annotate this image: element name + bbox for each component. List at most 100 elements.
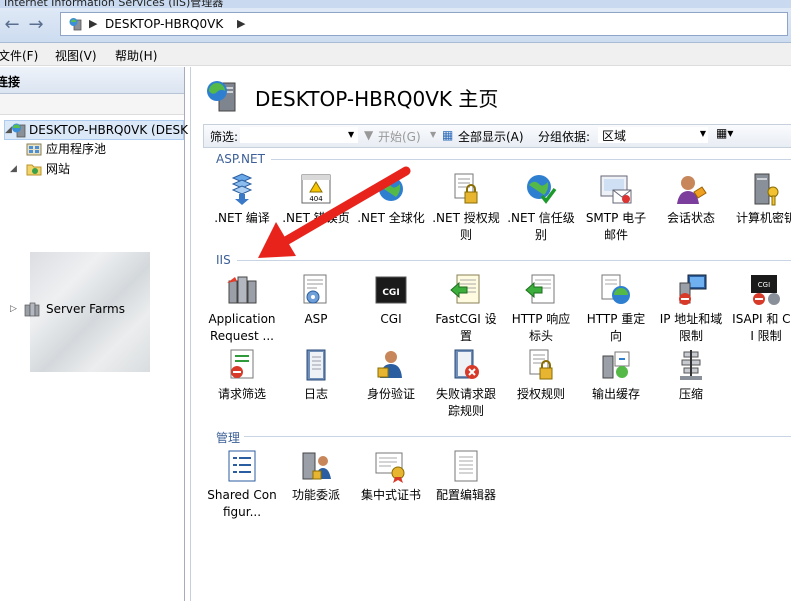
feature-authorization[interactable]: 授权规则 xyxy=(506,348,576,403)
svg-text:CGI: CGI xyxy=(382,288,399,298)
group-by-select[interactable]: 区域 ▼ xyxy=(598,127,708,143)
go-button[interactable]: 开始(G) xyxy=(378,128,421,145)
feature-smtp-email[interactable]: SMTP 电子邮件 xyxy=(581,172,651,244)
navigation-bar: ← → ▶ DESKTOP-HBRQ0VK ▶ xyxy=(0,8,791,43)
group-header-aspnet[interactable]: ASP.NET xyxy=(216,152,265,166)
menu-file[interactable]: 文件(F) xyxy=(0,47,38,64)
feature-label: 压缩 xyxy=(678,387,703,401)
feature-ip-restrictions[interactable]: IP 地址和域限制 xyxy=(656,273,726,345)
feature-label: 计算机密钥 xyxy=(735,211,791,225)
collapse-icon[interactable]: ◢ xyxy=(10,160,20,178)
feature-label: 授权规则 xyxy=(516,387,565,401)
feature-label: .NET 全球化 xyxy=(357,211,425,225)
breadcrumb-chevron-icon[interactable]: ▶ xyxy=(237,17,245,30)
filter-funnel-icon[interactable]: ▼ xyxy=(364,128,373,142)
isapi-cgi-icon: CGI xyxy=(751,275,780,305)
expand-icon[interactable]: ▷ xyxy=(10,300,20,318)
feature-label: 失败请求跟踪规则 xyxy=(435,387,496,418)
feature-arr[interactable]: Application Request ... xyxy=(207,273,277,345)
feature-net-trust[interactable]: .NET 信任级别 xyxy=(506,172,576,244)
filter-bar: 筛选: ▼ ▼ 开始(G) ▼ ▦ 全部显示(A) 分组依据: 区域 ▼ ▦▾ xyxy=(203,124,791,148)
machine-key-icon xyxy=(754,173,779,206)
server-farms-icon xyxy=(24,302,40,317)
connections-panel: 连接 ◢ DESKTOP-HBRQ0VK (DESK 应用程序池 ◢ 网站 ▷ xyxy=(0,67,188,601)
filter-input[interactable] xyxy=(240,127,358,143)
feature-label: IP 地址和域限制 xyxy=(659,312,723,343)
feature-central-certs[interactable]: 集中式证书 xyxy=(356,449,426,504)
server-icon xyxy=(12,123,26,138)
feature-delegation[interactable]: 功能委派 xyxy=(281,449,351,504)
group-by-value: 区域 xyxy=(602,129,627,143)
feature-fastcgi[interactable]: FastCGI 设置 xyxy=(431,273,501,345)
feature-delegation-icon xyxy=(302,452,331,480)
group-header-iis[interactable]: IIS xyxy=(216,253,231,267)
feature-request-filtering[interactable]: 请求筛选 xyxy=(207,348,277,403)
show-all-icon: ▦ xyxy=(442,128,454,142)
feature-cgi[interactable]: CGI CGI xyxy=(356,273,426,328)
feature-logging[interactable]: 日志 xyxy=(281,348,351,403)
compression-icon xyxy=(680,350,702,380)
feature-label: CGI xyxy=(380,312,402,326)
menu-bar: 文件(F) 视图(V) 帮助(H) xyxy=(0,43,791,66)
breadcrumb-server[interactable]: DESKTOP-HBRQ0VK xyxy=(105,17,223,31)
menu-view[interactable]: 视图(V) xyxy=(55,47,97,64)
feature-failed-request[interactable]: 失败请求跟踪规则 xyxy=(431,348,501,420)
feature-shared-config[interactable]: Shared Configur... xyxy=(207,449,277,521)
svg-text:404: 404 xyxy=(309,195,323,203)
back-icon[interactable]: ← xyxy=(0,13,24,37)
feature-label: Shared Configur... xyxy=(207,488,277,519)
breadcrumb-chevron-icon: ▶ xyxy=(89,17,98,30)
tree-label-server: DESKTOP-HBRQ0VK (DESK xyxy=(29,123,189,137)
feature-asp[interactable]: ASP xyxy=(281,273,351,328)
feature-label: .NET 错误页 xyxy=(282,211,350,225)
feature-label: 输出缓存 xyxy=(591,387,640,401)
filter-label: 筛选: xyxy=(210,130,239,144)
menu-help[interactable]: 帮助(H) xyxy=(115,47,157,64)
svg-text:CGI: CGI xyxy=(758,281,770,289)
page-title: DESKTOP-HBRQ0VK 主页 xyxy=(255,87,499,111)
address-bar[interactable]: ▶ DESKTOP-HBRQ0VK ▶ xyxy=(60,12,788,36)
tree-label-server-farms: Server Farms xyxy=(46,302,125,316)
authentication-icon xyxy=(377,351,402,378)
session-state-icon xyxy=(677,176,707,204)
feature-label: .NET 信任级别 xyxy=(507,211,575,242)
feature-http-redirect[interactable]: HTTP 重定向 xyxy=(581,273,651,345)
net-authorization-icon xyxy=(454,173,478,204)
feature-config-editor[interactable]: 配置编辑器 xyxy=(431,449,501,504)
feature-label: Application Request ... xyxy=(208,312,276,343)
net-error-pages-icon: 404 xyxy=(301,174,331,204)
feature-isapi-cgi[interactable]: CGI ISAPI 和 CGI 限制 xyxy=(731,273,791,345)
show-all-button[interactable]: 全部显示(A) xyxy=(458,128,524,145)
feature-label: 功能委派 xyxy=(291,488,340,502)
feature-label: ISAPI 和 CGI 限制 xyxy=(732,312,791,343)
tree-label-app-pools: 应用程序池 xyxy=(46,142,107,156)
tree-item-server[interactable]: ◢ DESKTOP-HBRQ0VK (DESK xyxy=(4,120,188,140)
net-compile-icon xyxy=(231,173,253,205)
feature-http-headers[interactable]: HTTP 响应标头 xyxy=(506,273,576,345)
forward-icon[interactable]: → xyxy=(24,13,48,37)
http-redirect-icon xyxy=(601,274,630,304)
feature-net-error-pages[interactable]: 404 .NET 错误页 xyxy=(281,172,351,227)
smtp-email-icon xyxy=(600,175,632,204)
central-certs-icon xyxy=(375,452,405,483)
feature-net-globalization[interactable]: .NET 全球化 xyxy=(356,172,426,227)
arr-icon xyxy=(227,276,257,304)
feature-label: 请求筛选 xyxy=(217,387,266,401)
ip-restrictions-icon xyxy=(679,274,707,305)
feature-net-compile[interactable]: .NET 编译 xyxy=(207,172,277,227)
group-header-manage[interactable]: 管理 xyxy=(216,429,240,446)
feature-compression[interactable]: 压缩 xyxy=(656,348,726,403)
authorization-icon xyxy=(529,349,553,380)
feature-label: 配置编辑器 xyxy=(435,488,496,502)
feature-net-authorization[interactable]: .NET 授权规则 xyxy=(431,172,501,244)
feature-output-cache[interactable]: 输出缓存 xyxy=(581,348,651,403)
feature-authentication[interactable]: 身份验证 xyxy=(356,348,426,403)
feature-machine-key[interactable]: 计算机密钥 xyxy=(731,172,791,227)
view-mode-icon[interactable]: ▦▾ xyxy=(716,126,733,140)
dropdown-arrow-icon[interactable]: ▼ xyxy=(348,130,354,139)
dropdown-arrow-icon: ▼ xyxy=(699,129,706,138)
feature-session-state[interactable]: 会话状态 xyxy=(656,172,726,227)
group-divider xyxy=(237,260,791,261)
go-dropdown-icon[interactable]: ▼ xyxy=(430,130,436,139)
asp-icon xyxy=(303,274,327,304)
